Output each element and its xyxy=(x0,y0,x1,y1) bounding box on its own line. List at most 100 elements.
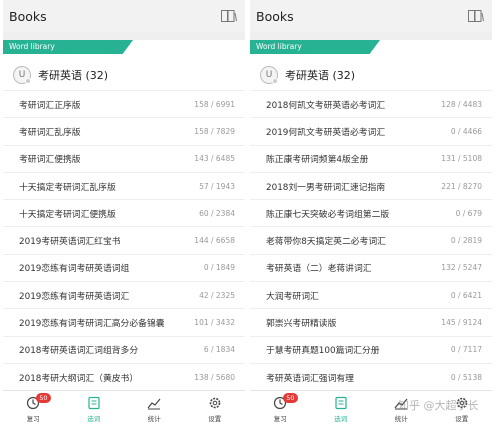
right-screen: Books Word library U 考研英语 (32) 2018何凯文考研… xyxy=(250,0,492,390)
book-name: 2019考研英语词汇红宝书 xyxy=(19,237,121,248)
book-row[interactable]: 2019恋练有词考研英语词组 0 / 1849 xyxy=(3,253,245,281)
book-progress-count: 0 / 6421 xyxy=(450,290,482,300)
book-progress-count: 144 / 6658 xyxy=(194,236,235,246)
book-row[interactable]: 2019何凯文考研英语必考词汇 0 / 4466 xyxy=(250,117,492,144)
word-library-card: Word library U 考研英语 (32) 考研词汇正序版 158 / 69… xyxy=(3,40,245,390)
book-row[interactable]: 2018何凯文考研英语必考词汇 128 / 4483 xyxy=(250,90,492,117)
avatar-letter: U xyxy=(265,70,273,80)
book-name: 考研英语（二）老蒋讲词汇 xyxy=(266,264,372,275)
book-row[interactable]: 陈正康考研词频第4版全册 131 / 5108 xyxy=(250,144,492,172)
tab-review[interactable]: 50 复习 xyxy=(250,391,311,427)
book-row[interactable]: 2019考研英语词汇红宝书 144 / 6658 xyxy=(3,226,245,253)
book-name: 2018何凯文考研英语必考词汇 xyxy=(266,100,386,111)
book-row[interactable]: 2019恋练有词考研英语词汇 42 / 2325 xyxy=(3,281,245,308)
book-list: 考研词汇正序版 158 / 6991 考研词汇乱序版 158 / 7829 考研词汇便携… xyxy=(3,90,245,390)
tab-label: 选词 xyxy=(87,415,101,423)
book-name: 于慧考研真题100篇词汇分册 xyxy=(266,346,380,357)
book-row[interactable]: 十天搞定考研词汇乱序版 57 / 1943 xyxy=(3,171,245,199)
tab-word-select[interactable]: 选词 xyxy=(311,391,372,427)
statistics-chart-icon xyxy=(393,395,409,411)
book-progress-count: 57 / 1943 xyxy=(199,181,235,191)
book-progress-count: 131 / 5108 xyxy=(441,154,482,164)
tab-review[interactable]: 50 复习 xyxy=(3,391,64,427)
book-name: 2019何凯文考研英语必考词汇 xyxy=(266,127,386,138)
book-progress-count: 0 / 4466 xyxy=(450,126,482,136)
book-row[interactable]: 2018考研英语词汇词组背多分 6 / 1834 xyxy=(3,335,245,363)
book-row[interactable]: 老蒋带你8天搞定英二必考词汇 0 / 2819 xyxy=(250,226,492,253)
tab-statistics[interactable]: 统计 xyxy=(124,391,185,427)
page-title: Books xyxy=(9,8,47,24)
book-name: 大润考研词汇 xyxy=(266,291,319,302)
book-progress-count: 221 / 8270 xyxy=(441,181,482,191)
book-progress-count: 0 / 7117 xyxy=(450,345,482,355)
settings-gear-icon xyxy=(454,395,470,411)
book-name: 十天搞定考研词汇乱序版 xyxy=(19,182,116,193)
avatar: U xyxy=(13,66,31,84)
book-name: 陈正康七天突破必考词组第二版 xyxy=(266,209,390,220)
book-progress-count: 132 / 5247 xyxy=(441,263,482,273)
book-progress-count: 128 / 4483 xyxy=(441,99,482,109)
book-progress-count: 143 / 6485 xyxy=(194,154,235,164)
book-name: 考研词汇便携版 xyxy=(19,155,81,166)
book-row[interactable]: 考研词汇便携版 143 / 6485 xyxy=(3,144,245,172)
book-name: 考研词汇乱序版 xyxy=(19,127,81,138)
book-name: 陈正康考研词频第4版全册 xyxy=(266,155,369,166)
book-row[interactable]: 考研词汇正序版 158 / 6991 xyxy=(3,90,245,117)
book-progress-count: 0 / 679 xyxy=(455,208,482,218)
book-progress-count: 60 / 2384 xyxy=(199,208,235,218)
book-name: 2019恋练有词考研词汇高分必备锦囊 xyxy=(19,319,165,330)
book-name: 十天搞定考研词汇便携版 xyxy=(19,209,116,220)
group-title: 考研英语 (32) xyxy=(285,69,356,82)
book-progress-count: 158 / 6991 xyxy=(194,99,235,109)
page-title: Books xyxy=(256,8,294,24)
tab-statistics[interactable]: 统计 xyxy=(371,391,432,427)
book-name: 考研英语词汇强词有理 xyxy=(266,373,354,384)
top-bar: Books xyxy=(3,0,245,32)
book-shelf-icon[interactable] xyxy=(468,10,484,22)
group-header[interactable]: U 考研英语 (32) xyxy=(250,62,492,88)
book-name: 2019恋练有词考研英语词汇 xyxy=(19,291,130,302)
group-header[interactable]: U 考研英语 (32) xyxy=(3,62,245,88)
status-dot-icon xyxy=(272,78,278,84)
bottom-tab-bar: 50 复习 选词 统计 设置 xyxy=(3,390,245,427)
book-row[interactable]: 考研词汇乱序版 158 / 7829 xyxy=(3,117,245,144)
book-row[interactable]: 大润考研词汇 0 / 6421 xyxy=(250,281,492,308)
book-name: 2019恋练有词考研英语词组 xyxy=(19,264,130,275)
tab-label: 复习 xyxy=(26,415,40,423)
status-dot-icon xyxy=(25,78,31,84)
word-library-ribbon: Word library xyxy=(250,40,380,54)
book-row[interactable]: 考研英语词汇强词有理 0 / 5138 xyxy=(250,362,492,390)
book-row[interactable]: 十天搞定考研词汇便携版 60 / 2384 xyxy=(3,199,245,226)
book-row[interactable]: 郭崇兴考研精读版 145 / 9124 xyxy=(250,308,492,335)
tab-label: 设置 xyxy=(455,415,469,423)
tab-settings[interactable]: 设置 xyxy=(432,391,493,427)
book-row[interactable]: 陈正康七天突破必考词组第二版 0 / 679 xyxy=(250,199,492,226)
word-library-card: Word library U 考研英语 (32) 2018何凯文考研英语必考词汇… xyxy=(250,40,492,390)
book-progress-count: 0 / 5138 xyxy=(450,372,482,382)
book-name: 2018刘一男考研词汇速记指南 xyxy=(266,182,386,193)
tab-label: 统计 xyxy=(394,415,408,423)
book-row[interactable]: 2018考研大纲词汇（黄皮书） 138 / 5680 xyxy=(3,362,245,390)
bottom-tab-bar: 50 复习 选词 统计 设置 xyxy=(250,390,492,427)
statistics-chart-icon xyxy=(146,395,162,411)
tab-label: 复习 xyxy=(273,415,287,423)
book-row[interactable]: 2018刘一男考研词汇速记指南 221 / 8270 xyxy=(250,171,492,199)
book-name: 2018考研英语词汇词组背多分 xyxy=(19,346,139,357)
review-badge: 50 xyxy=(283,393,298,403)
avatar: U xyxy=(260,66,278,84)
book-row[interactable]: 2019恋练有词考研词汇高分必备锦囊 101 / 3432 xyxy=(3,308,245,335)
book-row[interactable]: 于慧考研真题100篇词汇分册 0 / 7117 xyxy=(250,335,492,363)
book-row[interactable]: 考研英语（二）老蒋讲词汇 132 / 5247 xyxy=(250,253,492,281)
tab-settings[interactable]: 设置 xyxy=(185,391,246,427)
book-progress-count: 158 / 7829 xyxy=(194,126,235,136)
book-list: 2018何凯文考研英语必考词汇 128 / 4483 2019何凯文考研英语必考词汇… xyxy=(250,90,492,390)
tab-word-select[interactable]: 选词 xyxy=(64,391,125,427)
word-library-ribbon: Word library xyxy=(3,40,133,54)
book-progress-count: 138 / 5680 xyxy=(194,372,235,382)
word-select-icon xyxy=(333,395,349,411)
settings-gear-icon xyxy=(207,395,223,411)
avatar-letter: U xyxy=(18,70,26,80)
group-title: 考研英语 (32) xyxy=(38,69,109,82)
book-shelf-icon[interactable] xyxy=(221,10,237,22)
book-name: 2018考研大纲词汇（黄皮书） xyxy=(19,373,139,384)
